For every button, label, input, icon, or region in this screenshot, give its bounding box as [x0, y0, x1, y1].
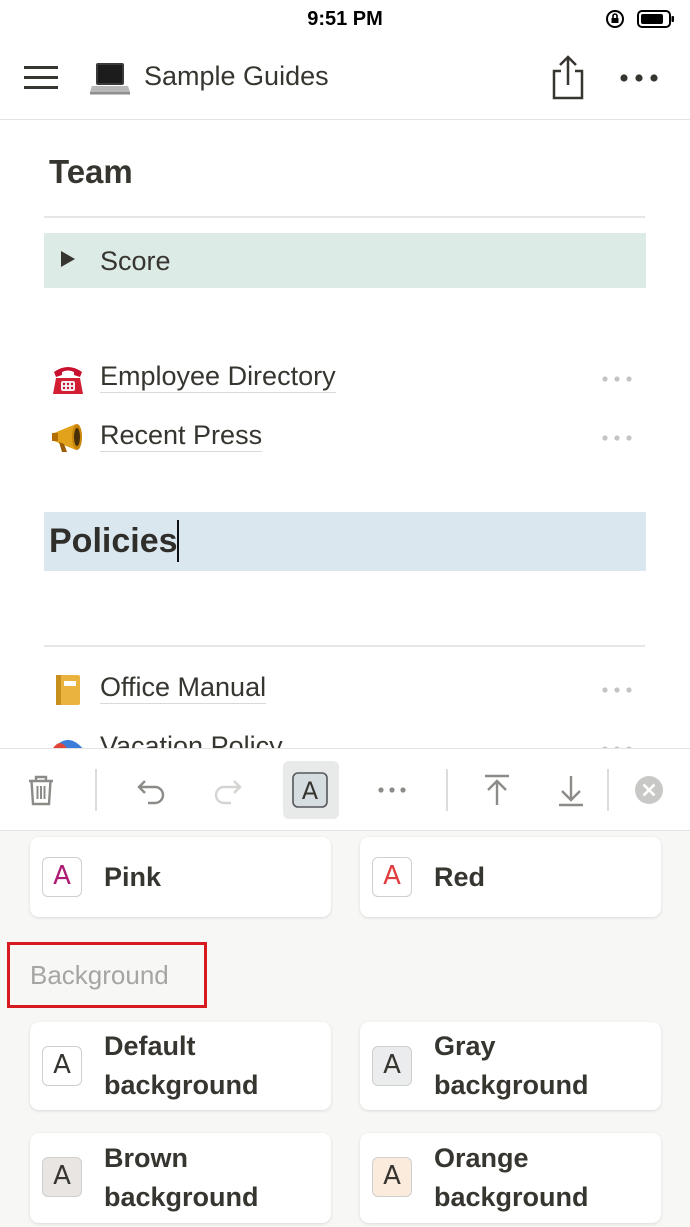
- share-icon[interactable]: [548, 52, 588, 102]
- move-to-top-icon: [485, 774, 509, 805]
- umbrella-icon: [53, 740, 83, 748]
- megaphone-icon: [52, 424, 82, 452]
- rotation-lock-icon: [606, 10, 624, 28]
- hamburger-menu-icon[interactable]: [22, 60, 60, 94]
- more-actions-button[interactable]: [364, 761, 420, 819]
- swatch-glyph: A: [53, 861, 71, 891]
- page-link-recent-press[interactable]: Recent Press: [0, 413, 690, 461]
- page-link-label: Employee Directory: [100, 361, 336, 393]
- page-link-label: Office Manual: [100, 672, 267, 704]
- telephone-icon: [53, 367, 83, 394]
- redo-icon: [214, 780, 242, 805]
- undo-icon: [137, 780, 165, 805]
- background-option-orange[interactable]: A Orange background: [360, 1133, 661, 1223]
- status-time: 9:51 PM: [307, 8, 383, 30]
- move-down-icon: [559, 776, 583, 807]
- trash-icon: [29, 775, 53, 806]
- page-link-office-manual[interactable]: Office Manual: [0, 665, 690, 713]
- background-option-default[interactable]: A Default background: [30, 1022, 331, 1110]
- text-color-button[interactable]: A: [283, 761, 339, 819]
- label-line-2: background: [434, 1070, 589, 1100]
- color-option-label: Default background: [104, 1027, 259, 1105]
- label-line-2: background: [104, 1070, 259, 1100]
- delete-button[interactable]: [13, 761, 69, 819]
- page-link-employee-directory[interactable]: Employee Directory: [0, 354, 690, 402]
- page-link-label: Recent Press: [100, 420, 263, 452]
- toggle-label: Score: [100, 246, 171, 276]
- more-options-icon[interactable]: [618, 68, 660, 88]
- page-content: Team Score Employee Directory Recent Pre…: [0, 120, 690, 748]
- color-picker-panel: A Pink A Red Background A Default backgr…: [0, 831, 690, 1227]
- text-color-option-red[interactable]: A Red: [360, 837, 661, 917]
- toggle-block-score[interactable]: Score: [44, 233, 646, 288]
- policies-heading[interactable]: Policies: [49, 522, 178, 561]
- row-more-icon[interactable]: [600, 374, 634, 384]
- page-link-vacation-policy[interactable]: Vacation Policy: [0, 724, 690, 748]
- move-down-button[interactable]: [543, 761, 599, 819]
- label-line-1: Gray: [434, 1031, 496, 1061]
- color-option-label: Gray background: [434, 1027, 589, 1105]
- label-line-1: Orange: [434, 1143, 529, 1173]
- battery-icon: [637, 10, 674, 28]
- divider: [44, 216, 645, 218]
- swatch-glyph: A: [383, 861, 401, 891]
- top-navigation-bar: Sample Guides: [0, 40, 690, 120]
- more-icon: [378, 787, 406, 793]
- close-icon: [635, 776, 663, 804]
- color-swatch: A: [372, 1046, 412, 1086]
- toolbar-separator: [607, 769, 609, 811]
- color-swatch: A: [372, 857, 412, 897]
- swatch-glyph: A: [53, 1050, 71, 1080]
- text-cursor: [177, 520, 179, 562]
- swatch-glyph: A: [383, 1050, 401, 1080]
- block-toolbar: A: [0, 748, 690, 831]
- background-option-brown[interactable]: A Brown background: [30, 1133, 331, 1223]
- text-color-icon: A: [292, 772, 328, 808]
- toolbar-separator: [95, 769, 97, 811]
- swatch-glyph: A: [53, 1161, 71, 1191]
- redo-button[interactable]: [201, 761, 257, 819]
- workspace-title[interactable]: Sample Guides: [144, 61, 329, 92]
- label-line-1: Default: [104, 1031, 196, 1061]
- row-more-icon[interactable]: [600, 433, 634, 443]
- color-swatch: A: [42, 1046, 82, 1086]
- notebook-icon: [56, 675, 80, 705]
- page-link-label: Vacation Policy: [100, 730, 283, 748]
- color-swatch: A: [42, 857, 82, 897]
- swatch-glyph: A: [383, 1161, 401, 1191]
- status-bar: 9:51 PM: [0, 0, 690, 40]
- color-option-label: Red: [434, 862, 486, 892]
- label-line-2: background: [434, 1182, 589, 1212]
- background-option-gray[interactable]: A Gray background: [360, 1022, 661, 1110]
- row-more-icon[interactable]: [600, 685, 634, 695]
- color-swatch: A: [372, 1157, 412, 1197]
- label-line-2: background: [104, 1182, 259, 1212]
- divider: [44, 645, 645, 647]
- laptop-icon: [90, 63, 130, 95]
- text-color-glyph: A: [302, 777, 319, 805]
- text-color-option-pink[interactable]: A Pink: [30, 837, 331, 917]
- move-to-top-button[interactable]: [469, 761, 525, 819]
- color-option-label: Orange background: [434, 1139, 589, 1217]
- team-heading[interactable]: Team: [49, 153, 133, 191]
- heading-block-policies[interactable]: Policies: [44, 512, 646, 571]
- color-option-label: Pink: [104, 862, 162, 892]
- color-swatch: A: [42, 1157, 82, 1197]
- label-line-1: Brown: [104, 1143, 188, 1173]
- close-toolbar-button[interactable]: [621, 761, 677, 819]
- toggle-triangle-icon[interactable]: [60, 250, 76, 268]
- undo-button[interactable]: [122, 761, 178, 819]
- color-option-label: Brown background: [104, 1139, 259, 1217]
- highlight-annotation: [7, 942, 207, 1008]
- toolbar-separator: [446, 769, 448, 811]
